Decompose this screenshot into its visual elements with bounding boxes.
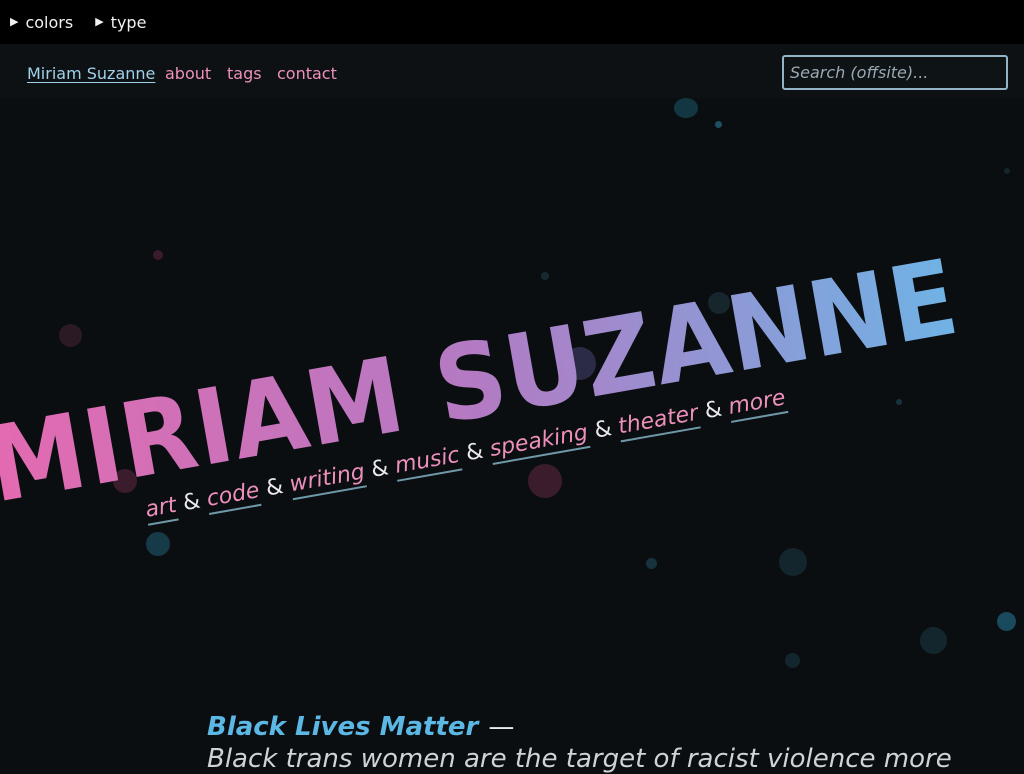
bubble [153, 250, 163, 260]
top-bar: ▶ colors ▶ type [0, 0, 1024, 44]
bubble [715, 121, 722, 128]
nav-home-link[interactable]: Miriam Suzanne [27, 64, 155, 83]
type-toggle[interactable]: ▶ type [95, 13, 146, 32]
nav-contact-link[interactable]: contact [277, 64, 337, 83]
search-input[interactable] [782, 55, 1008, 90]
bubble [896, 399, 902, 405]
bubble [920, 627, 947, 654]
blm-heading: Black Lives Matter [207, 712, 479, 742]
nav-about-link[interactable]: about [165, 64, 211, 83]
nav-tags-link[interactable]: tags [227, 64, 262, 83]
blm-text: Black trans women are the target of raci… [207, 744, 952, 774]
bubble [646, 558, 657, 569]
bubble [1004, 168, 1010, 174]
bubble [779, 548, 807, 576]
disclosure-triangle-icon: ▶ [10, 14, 19, 28]
colors-toggle[interactable]: ▶ colors [10, 13, 73, 32]
bubble [674, 98, 698, 118]
colors-toggle-label: colors [25, 12, 74, 32]
bubble [528, 464, 562, 498]
hero-title: MIRIAM SUZANNE [0, 236, 967, 527]
bubble [785, 653, 800, 668]
bubble [146, 532, 170, 556]
bubble [997, 612, 1016, 631]
blm-dash: — [488, 712, 515, 742]
bubble [541, 272, 549, 280]
hero-banner: MIRIAM SUZANNE art & code & writing & music & sp… [0, 232, 1024, 548]
blm-section: Black Lives Matter — Black trans women ar… [207, 712, 987, 774]
type-toggle-label: type [110, 12, 147, 32]
bubble [59, 324, 82, 347]
disclosure-triangle-icon: ▶ [95, 14, 104, 28]
